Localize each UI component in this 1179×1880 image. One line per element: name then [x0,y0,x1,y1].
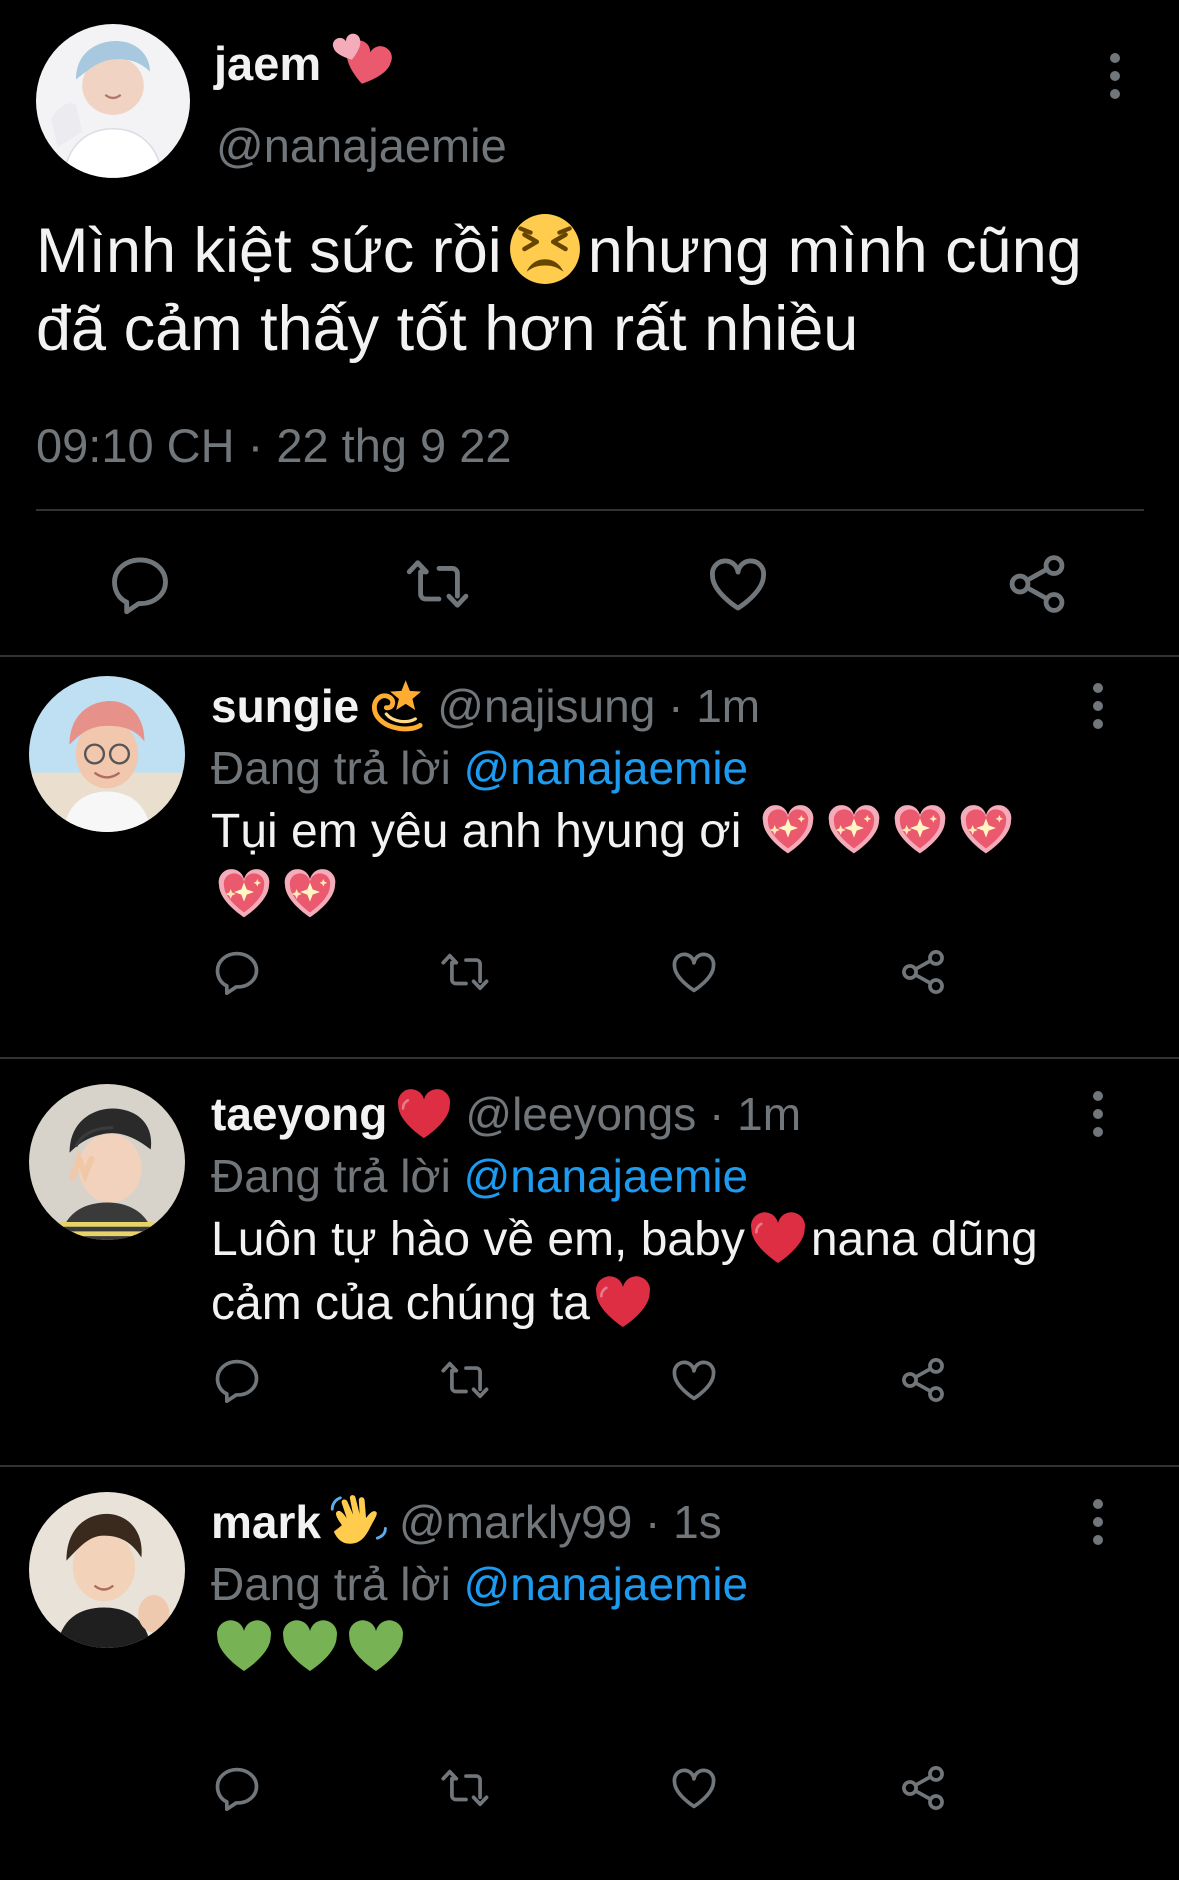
author-name[interactable]: jaem [214,36,393,93]
sparkling-heart-emoji [956,800,1016,860]
reply-tweet[interactable]: mark @markly99 · 1s Đang trả lời @nanajae… [0,1472,1179,1880]
retweet-icon[interactable] [440,1354,492,1406]
two-hearts-emoji [331,31,393,93]
reply-time[interactable]: 1m [696,680,760,732]
divider [0,1465,1179,1467]
share-icon[interactable] [897,1354,949,1406]
author-handle[interactable]: @nanajaemie [216,118,507,173]
reply-tweet[interactable]: taeyong @leeyongs · 1m Đang trả lời @nana… [0,1064,1179,1472]
tweet-actions [0,546,1179,622]
reply-header: mark @markly99 · 1s [211,1492,722,1552]
sparkling-heart-emoji [280,864,340,924]
reply-actions [0,1762,1179,1818]
replying-to: Đang trả lời @nanajaemie [211,1146,748,1206]
more-vertical-icon[interactable] [1078,676,1118,736]
reply-text [211,1616,1111,1680]
replying-label: Đang trả lời [211,742,451,794]
main-tweet: jaem @nanajaemie Mình kiệt sức rồi nhưng … [0,0,1179,656]
replying-label: Đang trả lời [211,1150,451,1202]
reply-tweet[interactable]: sungie @najisung · 1m Đang trả lời @nanaj… [0,656,1179,1064]
reply-actions [0,946,1179,1002]
green-heart-emoji [346,1616,406,1676]
reply-icon[interactable] [106,550,174,618]
reply-icon[interactable] [211,946,263,998]
avatar[interactable] [29,676,185,832]
avatar[interactable] [29,1084,185,1240]
reply-icon[interactable] [211,1354,263,1406]
tweet-text: Mình kiệt sức rồi nhưng mình cũng đã cảm … [36,212,1146,368]
tweet-timestamp[interactable]: 09:10 CH · 22 thg 9 22 [36,418,512,473]
reply-icon[interactable] [211,1762,263,1814]
more-vertical-icon[interactable] [1095,46,1135,106]
avatar[interactable] [36,24,190,178]
share-icon[interactable] [897,1762,949,1814]
share-icon[interactable] [1003,550,1071,618]
separator-dot: · [655,680,697,732]
green-heart-emoji [214,1616,274,1676]
sparkling-heart-emoji [758,800,818,860]
replying-mention-link[interactable]: @nanajaemie [464,1150,749,1202]
dizzy-emoji [367,677,425,735]
divider [36,509,1144,511]
reply-author-name[interactable]: sungie [211,680,359,732]
separator-dot: · [696,1088,738,1140]
persevering-face-emoji [508,212,582,286]
author-name-text: jaem [214,37,322,90]
green-heart-emoji [280,1616,340,1676]
replying-label: Đang trả lời [211,1558,451,1610]
retweet-icon[interactable] [440,946,492,998]
replying-mention-link[interactable]: @nanajaemie [464,742,749,794]
like-icon[interactable] [668,1762,720,1814]
replying-mention-link[interactable]: @nanajaemie [464,1558,749,1610]
divider [0,1057,1179,1059]
reply-text-content: Tụi em yêu anh hyung ơi [211,805,742,858]
reply-author-name[interactable]: taeyong [211,1088,387,1140]
reply-actions [0,1354,1179,1410]
more-vertical-icon[interactable] [1078,1084,1118,1144]
reply-text-part1: Luôn tự hào về em, baby [211,1213,745,1266]
retweet-icon[interactable] [440,1762,492,1814]
reply-header: sungie @najisung · 1m [211,676,760,736]
red-heart-emoji [593,1272,653,1332]
separator-dot: · [632,1496,674,1548]
sparkling-heart-emoji [214,864,274,924]
reply-time[interactable]: 1m [737,1088,801,1140]
tweet-text-part1: Mình kiệt sức rồi [36,216,502,286]
reply-header: taeyong @leeyongs · 1m [211,1084,801,1144]
share-icon[interactable] [897,946,949,998]
replying-to: Đang trả lời @nanajaemie [211,1554,748,1614]
sparkling-heart-emoji [890,800,950,860]
avatar[interactable] [29,1492,185,1648]
more-vertical-icon[interactable] [1078,1492,1118,1552]
replying-to: Đang trả lời @nanajaemie [211,738,748,798]
sparkling-heart-emoji [824,800,884,860]
red-heart-emoji [748,1208,808,1268]
reply-text: Tụi em yêu anh hyung ơi [211,800,1111,928]
like-icon[interactable] [704,550,772,618]
avatar-photo [29,1084,185,1240]
red-heart-emoji [395,1085,453,1143]
waving-hand-emoji [329,1493,387,1551]
retweet-icon[interactable] [405,550,473,618]
avatar-photo [29,1492,185,1648]
reply-author-handle[interactable]: @leeyongs [465,1088,696,1140]
reply-author-name[interactable]: mark [211,1496,321,1548]
like-icon[interactable] [668,1354,720,1406]
reply-time[interactable]: 1s [673,1496,722,1548]
reply-author-handle[interactable]: @markly99 [399,1496,632,1548]
avatar-photo [36,24,190,178]
reply-text: Luôn tự hào về em, baby nana dũng cảm của… [211,1208,1111,1336]
like-icon[interactable] [668,946,720,998]
avatar-photo [29,676,185,832]
reply-author-handle[interactable]: @najisung [437,680,655,732]
